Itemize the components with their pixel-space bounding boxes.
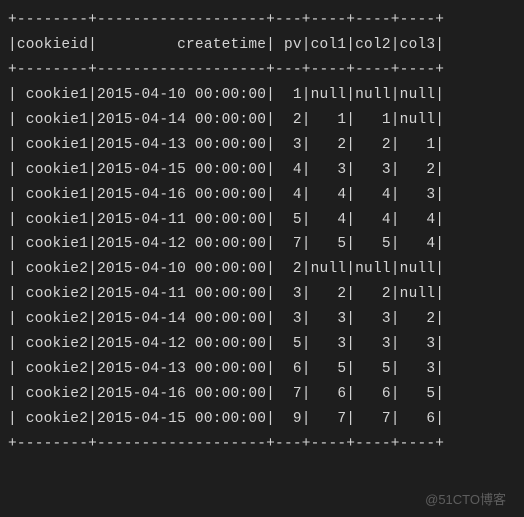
watermark-text: @51CTO博客 (425, 489, 506, 511)
ascii-table-output: +--------+-------------------+---+----+-… (8, 8, 516, 457)
